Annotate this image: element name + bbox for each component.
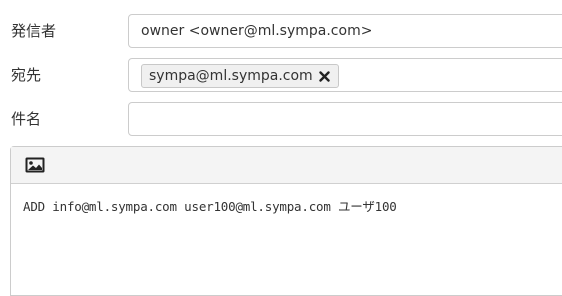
to-label: 宛先: [11, 66, 42, 84]
image-icon[interactable]: [24, 156, 46, 174]
recipient-tag: sympa@ml.sympa.com: [141, 64, 339, 88]
close-icon[interactable]: [319, 70, 331, 82]
editor-toolbar: [11, 147, 562, 184]
message-editor[interactable]: ADD info@ml.sympa.com user100@ml.sympa.c…: [10, 146, 562, 296]
from-value: owner <owner@ml.sympa.com>: [141, 23, 373, 39]
message-body[interactable]: ADD info@ml.sympa.com user100@ml.sympa.c…: [23, 196, 397, 215]
from-field[interactable]: owner <owner@ml.sympa.com>: [128, 14, 562, 48]
subject-label: 件名: [11, 110, 42, 128]
recipient-address: sympa@ml.sympa.com: [149, 68, 313, 84]
subject-input[interactable]: [128, 102, 562, 136]
to-field[interactable]: sympa@ml.sympa.com: [128, 58, 562, 92]
from-label: 発信者: [11, 22, 57, 40]
